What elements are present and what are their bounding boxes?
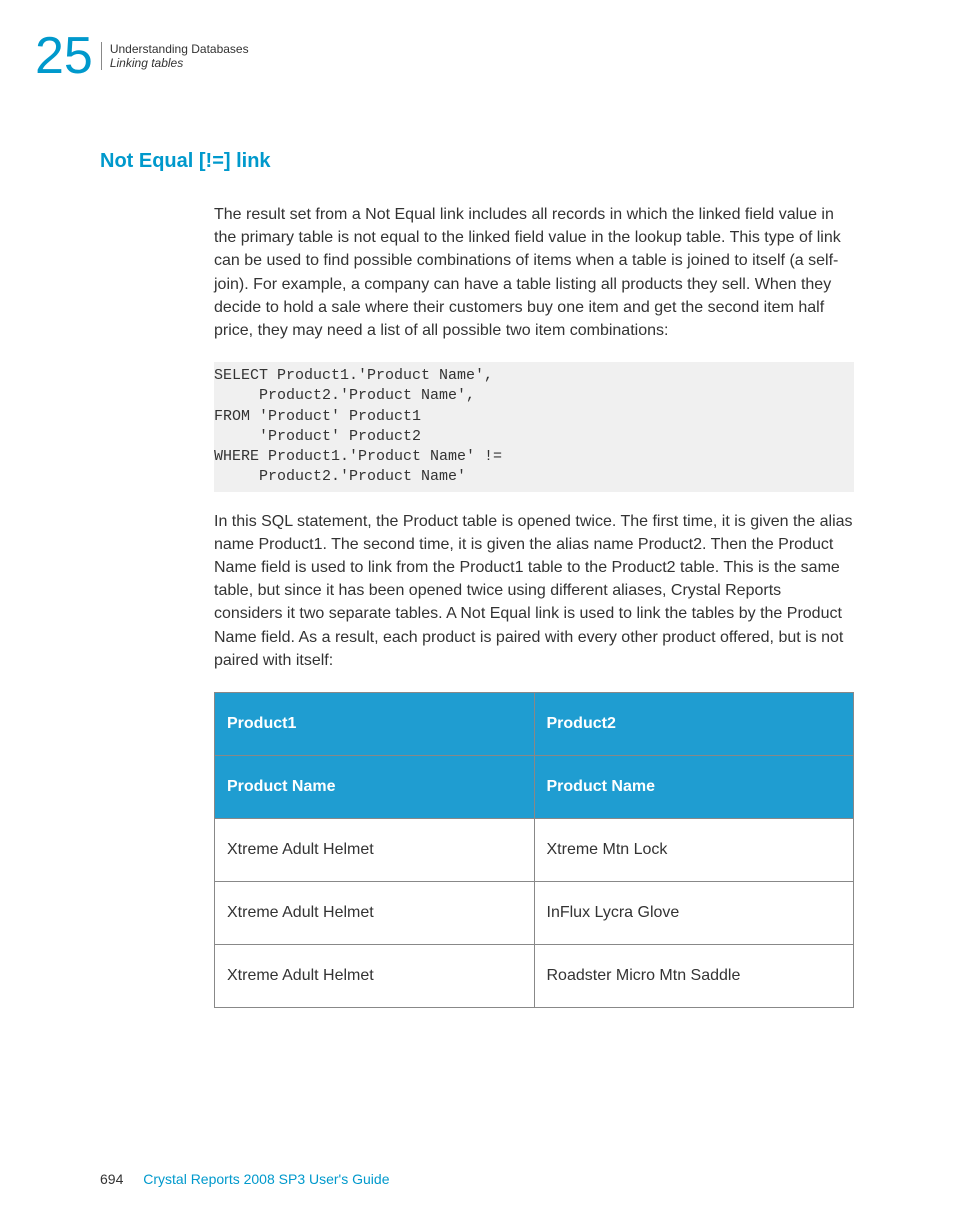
table-subheader-1: Product Name (215, 755, 535, 818)
paragraph-1: The result set from a Not Equal link inc… (214, 203, 854, 342)
table-cell: Xtreme Mtn Lock (534, 818, 854, 881)
table-subheader-2: Product Name (534, 755, 854, 818)
section-heading: Not Equal [!=] link (100, 150, 854, 173)
table-header-product2: Product2 (534, 692, 854, 755)
chapter-number: 25 (35, 30, 93, 82)
table-row: Xtreme Adult Helmet Xtreme Mtn Lock (215, 818, 854, 881)
table-cell: Xtreme Adult Helmet (215, 944, 535, 1007)
main-content: Not Equal [!=] link The result set from … (100, 150, 854, 1008)
table-cell: Xtreme Adult Helmet (215, 881, 535, 944)
table-subheader-row: Product Name Product Name (215, 755, 854, 818)
table-row: Xtreme Adult Helmet Roadster Micro Mtn S… (215, 944, 854, 1007)
footer-title: Crystal Reports 2008 SP3 User's Guide (143, 1171, 389, 1187)
table-header-product1: Product1 (215, 692, 535, 755)
product-table: Product1 Product2 Product Name Product N… (214, 692, 854, 1008)
table-row: Xtreme Adult Helmet InFlux Lycra Glove (215, 881, 854, 944)
header-title: Understanding Databases (110, 42, 249, 56)
header-text-block: Understanding Databases Linking tables (101, 42, 249, 70)
table-cell: InFlux Lycra Glove (534, 881, 854, 944)
paragraph-2: In this SQL statement, the Product table… (214, 510, 854, 672)
page-number: 694 (100, 1171, 123, 1187)
table-cell: Roadster Micro Mtn Saddle (534, 944, 854, 1007)
page-header: 25 Understanding Databases Linking table… (35, 30, 249, 82)
page-footer: 694 Crystal Reports 2008 SP3 User's Guid… (100, 1171, 389, 1187)
table-cell: Xtreme Adult Helmet (215, 818, 535, 881)
table-header-row: Product1 Product2 (215, 692, 854, 755)
sql-code-block: SELECT Product1.'Product Name', Product2… (214, 362, 854, 492)
header-subtitle: Linking tables (110, 56, 249, 70)
